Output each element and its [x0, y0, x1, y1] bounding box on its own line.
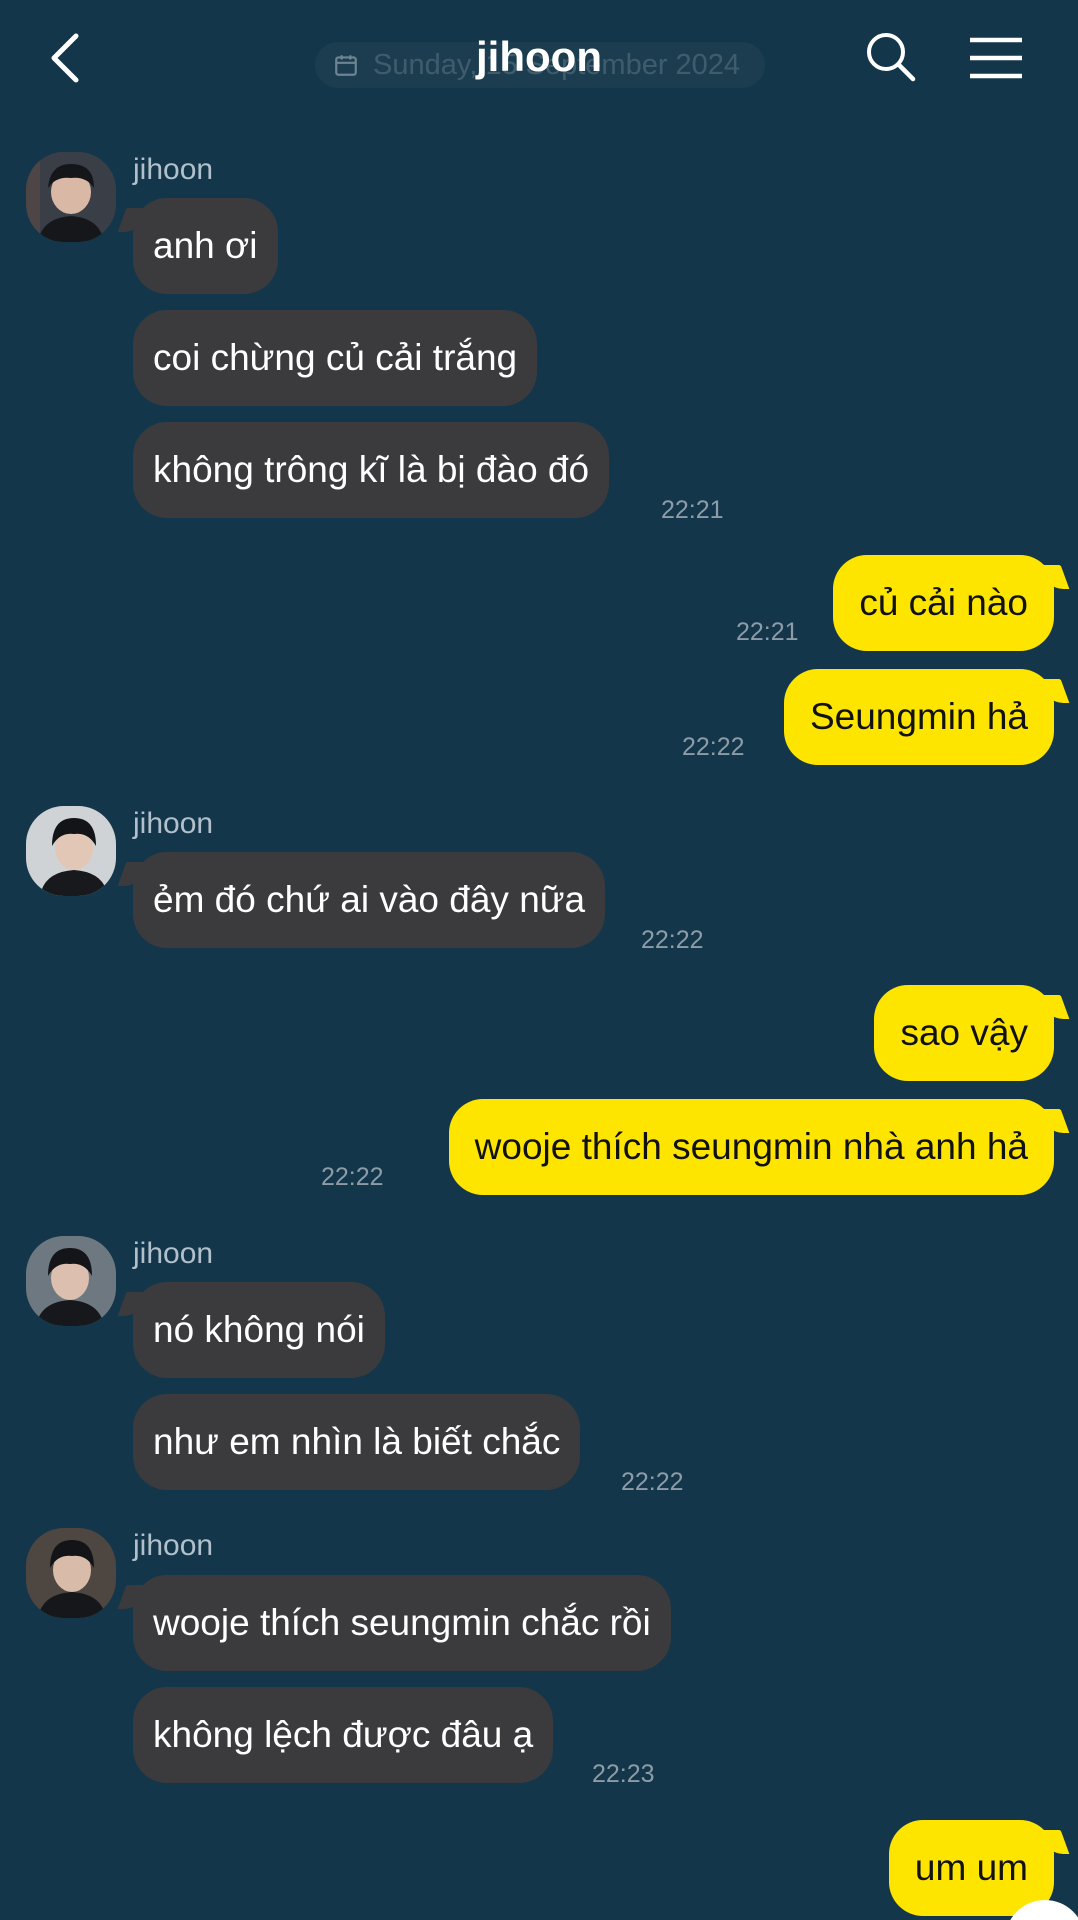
chevron-left-icon[interactable] [40, 28, 90, 88]
message-timestamp: 22:22 [682, 733, 745, 761]
message-bubble-incoming[interactable]: wooje thích seungmin chắc rồi [133, 1575, 671, 1671]
avatar-photo [26, 1528, 116, 1618]
message-timestamp: 22:22 [641, 926, 704, 954]
sender-name: jihoon [133, 1529, 214, 1562]
message-bubble-incoming[interactable]: coi chừng củ cải trắng [133, 310, 538, 406]
message-bubble-incoming[interactable]: anh ơi [133, 198, 278, 294]
hamburger-menu-icon[interactable] [966, 30, 1026, 86]
sender-name: jihoon [133, 807, 214, 840]
avatar-photo [26, 1236, 116, 1326]
message-timestamp: 22:22 [321, 1163, 384, 1191]
avatar[interactable] [26, 806, 116, 896]
message-bubble-outgoing[interactable]: củ cải nào [833, 555, 1054, 651]
message-timestamp: 22:21 [661, 496, 724, 524]
message-timestamp: 22:22 [621, 1468, 684, 1496]
avatar[interactable] [26, 1236, 116, 1326]
avatar-photo [26, 152, 116, 242]
message-bubble-incoming[interactable]: không lệch được đâu ạ [133, 1687, 554, 1783]
message-bubble-incoming[interactable]: không trông kĩ là bị đào đó [133, 422, 610, 518]
message-timestamp: 22:21 [736, 618, 799, 646]
message-bubble-outgoing[interactable]: um um [888, 1820, 1054, 1916]
chat-header: Sunday, 15 September 2024 jihoon [0, 0, 1078, 110]
sender-name: jihoon [133, 153, 214, 186]
search-icon[interactable] [862, 28, 918, 88]
message-bubble-incoming[interactable]: như em nhìn là biết chắc [133, 1394, 581, 1490]
avatar[interactable] [26, 152, 116, 242]
message-bubble-outgoing[interactable]: wooje thích seungmin nhà anh hả [448, 1099, 1054, 1195]
avatar[interactable] [26, 1528, 116, 1618]
message-timestamp: 22:23 [592, 1760, 655, 1788]
sender-name: jihoon [133, 1237, 214, 1270]
message-bubble-outgoing[interactable]: sao vậy [874, 985, 1054, 1081]
message-bubble-incoming[interactable]: nó không nói [133, 1282, 385, 1378]
message-bubble-outgoing[interactable]: Seungmin hả [783, 669, 1054, 765]
chat-screen: Sunday, 15 September 2024 jihoon jihoon … [0, 0, 1078, 1920]
avatar-photo [26, 806, 116, 896]
message-bubble-incoming[interactable]: ẻm đó chứ ai vào đây nữa [133, 852, 606, 948]
